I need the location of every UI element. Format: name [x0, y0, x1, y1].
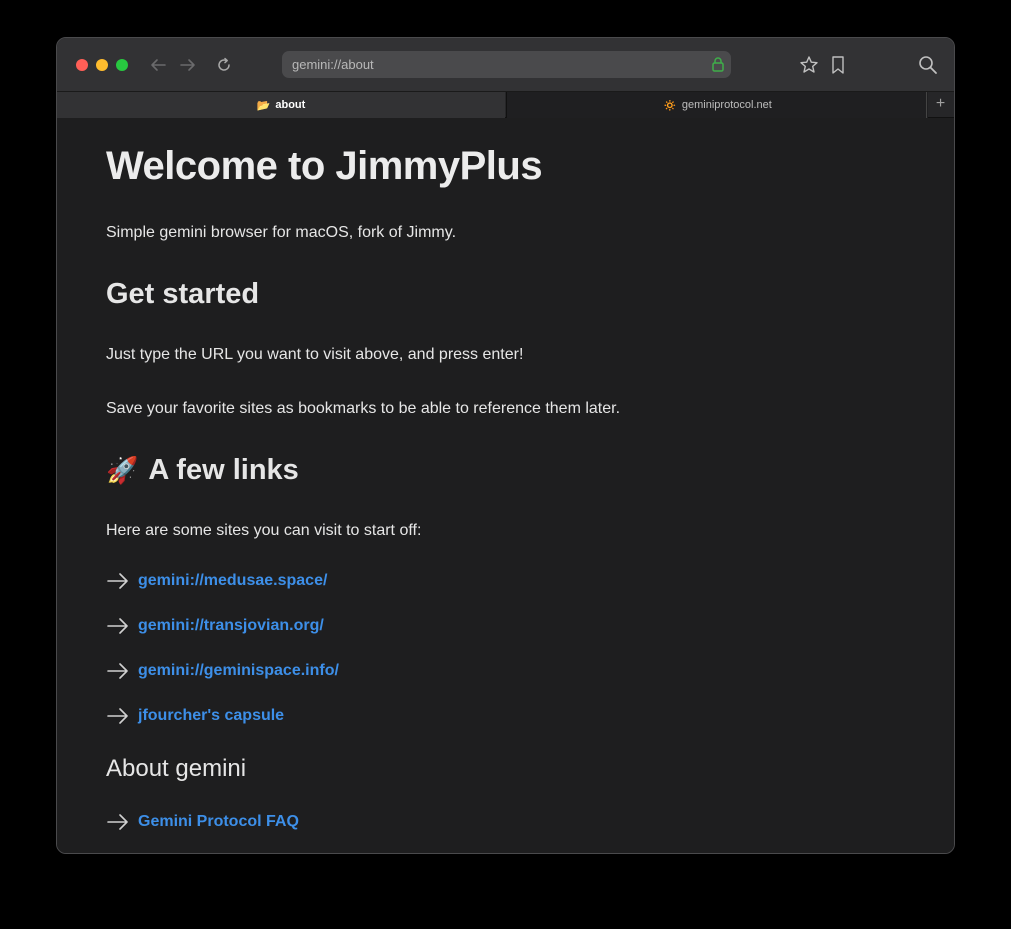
arrow-right-icon	[107, 663, 128, 679]
link-transjovian[interactable]: gemini://transjovian.org/	[138, 617, 324, 635]
forward-arrow-icon[interactable]	[178, 55, 198, 75]
rocket-icon: 🚀	[106, 455, 139, 485]
page-content: Welcome to JimmyPlus Simple gemini brows…	[57, 118, 954, 853]
new-tab-button[interactable]: +	[926, 92, 954, 118]
link-gemini-faq[interactable]: Gemini Protocol FAQ	[138, 813, 299, 831]
links-intro: Here are some sites you can visit to sta…	[106, 522, 422, 539]
get-started-text-2: Save your favorite sites as bookmarks to…	[106, 400, 621, 417]
arrow-right-icon	[107, 618, 128, 634]
get-started-heading: Get started	[106, 278, 260, 310]
arrow-right-icon	[107, 573, 128, 589]
search-icon[interactable]	[918, 55, 938, 75]
link-item[interactable]: Gemini Protocol FAQ	[106, 813, 299, 831]
intro-text: Simple gemini browser for macOS, fork of…	[106, 224, 457, 241]
address-bar[interactable]: gemini://about	[282, 51, 731, 78]
tab-geminiprotocol[interactable]: 🔅 geminiprotocol.net	[506, 92, 928, 118]
arrow-right-icon	[107, 708, 128, 724]
sun-icon: 🔅	[663, 99, 677, 112]
lock-icon	[711, 56, 725, 78]
tab-label: about	[275, 99, 306, 111]
minimize-window-button[interactable]	[96, 59, 108, 71]
link-jfourcher[interactable]: jfourcher's capsule	[138, 707, 284, 725]
back-arrow-icon[interactable]	[148, 55, 168, 75]
link-geminispace[interactable]: gemini://geminispace.info/	[138, 662, 339, 680]
folder-icon: 📂	[256, 99, 271, 112]
links-heading-text: A few links	[148, 454, 299, 486]
get-started-text-1: Just type the URL you want to visit abov…	[106, 346, 524, 363]
tab-bar: 📂 about 🔅 geminiprotocol.net +	[57, 91, 954, 118]
arrow-right-icon	[107, 814, 128, 830]
link-item[interactable]: jfourcher's capsule	[106, 707, 284, 725]
link-medusae[interactable]: gemini://medusae.space/	[138, 572, 327, 590]
link-item[interactable]: gemini://medusae.space/	[106, 572, 327, 590]
tab-label: geminiprotocol.net	[681, 99, 772, 111]
tab-about[interactable]: 📂 about	[57, 92, 505, 118]
bookmark-icon[interactable]	[828, 55, 848, 75]
link-item[interactable]: gemini://transjovian.org/	[106, 617, 324, 635]
address-input[interactable]: gemini://about	[292, 57, 374, 72]
about-gemini-heading: About gemini	[106, 755, 247, 782]
close-window-button[interactable]	[76, 59, 88, 71]
page-title: Welcome to JimmyPlus	[106, 144, 543, 188]
reload-icon[interactable]	[214, 55, 234, 75]
toolbar: gemini://about	[57, 38, 954, 91]
link-item[interactable]: gemini://geminispace.info/	[106, 662, 339, 680]
browser-window: gemini://about 📂 about 🔅 geminiprotocol.…	[56, 37, 955, 854]
star-icon[interactable]	[799, 55, 819, 75]
zoom-window-button[interactable]	[116, 59, 128, 71]
links-heading: 🚀 A few links	[106, 454, 299, 487]
